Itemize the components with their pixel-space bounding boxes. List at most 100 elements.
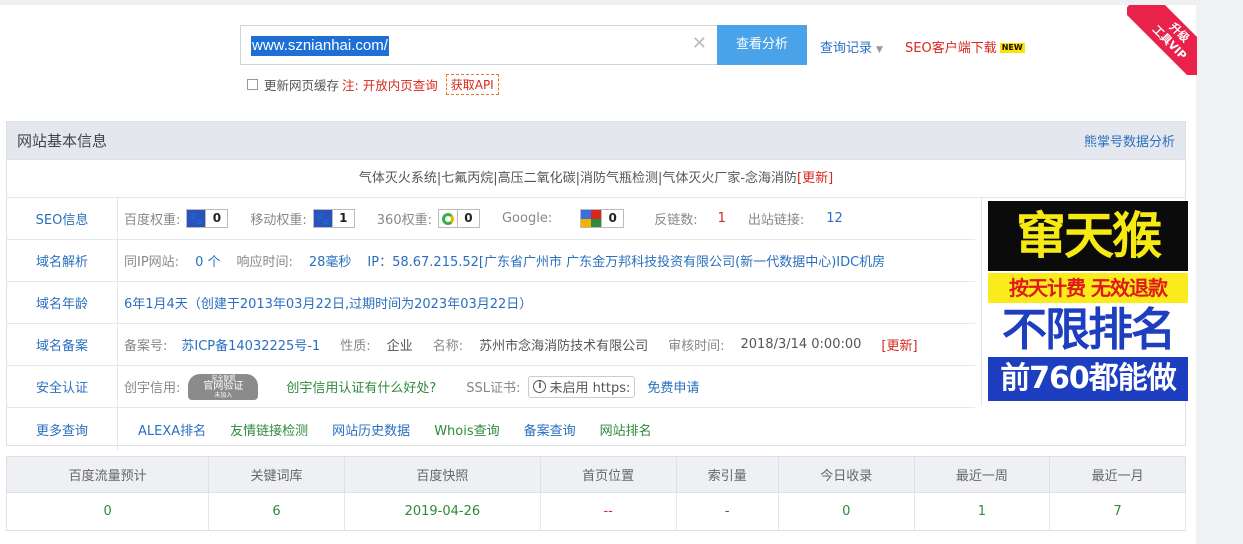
icp-body: 备案号: 苏ICP备14032225号-1 性质: 企业 名称: 苏州市念海消防… bbox=[118, 335, 918, 354]
ad-promo: 不限排名 bbox=[988, 305, 1188, 355]
ip-location[interactable]: IP：58.67.215.52[广东省广州市 广东金万邦科技投资有限公司(新一代… bbox=[367, 251, 885, 270]
seo-row: SEO信息 百度权重: 🐾 0 移动权重: 🐾 1 360权重: 0 Google:… bbox=[7, 198, 975, 240]
xiongzhang-analysis-link[interactable]: 熊掌号数据分析 bbox=[1084, 131, 1175, 150]
domain-age-label[interactable]: 域名年龄 bbox=[7, 282, 118, 323]
clear-icon[interactable]: ✕ bbox=[692, 34, 707, 54]
site-rank-link[interactable]: 网站排名 bbox=[600, 420, 652, 439]
panel-header: 网站基本信息 熊掌号数据分析 bbox=[7, 122, 1185, 160]
icp-type-value: 企业 bbox=[386, 339, 413, 354]
stats-header: 首页位置 bbox=[540, 456, 677, 493]
stats-header: 百度流量预计 bbox=[6, 456, 210, 493]
more-links: ALEXA排名 友情链接检测 网站历史数据 Whois查询 备案查询 网站排名 bbox=[118, 420, 652, 439]
google-value: 0 bbox=[601, 210, 623, 227]
badge-main-text: 官网验证 bbox=[203, 380, 244, 392]
free-ssl-link[interactable]: 免费申请 bbox=[647, 377, 699, 396]
vip-upgrade-ribbon[interactable]: 升级 工具VIP bbox=[1127, 5, 1197, 75]
vip-upgrade-band: 升级 工具VIP bbox=[1127, 5, 1197, 75]
history-data-link[interactable]: 网站历史数据 bbox=[332, 420, 410, 439]
ad-banner[interactable]: 窜天猴 按天计费 无效退款 不限排名 前760都能做 bbox=[981, 198, 1188, 406]
google-badge[interactable]: 0 bbox=[580, 209, 625, 228]
same-ip-value[interactable]: 0 个 bbox=[195, 251, 220, 270]
page-scrollbar-track[interactable] bbox=[1196, 0, 1243, 544]
response-value: 28毫秒 bbox=[308, 255, 352, 270]
last-week-value[interactable]: 1 bbox=[914, 492, 1051, 531]
ssl-value: 未启用 https: bbox=[549, 381, 631, 396]
response-label: 响应时间: bbox=[236, 255, 293, 270]
outlinks-value[interactable]: 12 bbox=[826, 211, 843, 226]
outlinks-label: 出站链接: bbox=[747, 213, 805, 228]
google-icon bbox=[581, 210, 602, 227]
dns-label[interactable]: 域名解析 bbox=[7, 240, 118, 281]
icp-name-value: 苏州市念海消防技术有限公司 bbox=[479, 339, 649, 354]
icp-no-value[interactable]: 苏ICP备14032225号-1 bbox=[181, 335, 320, 354]
badge-sub-text: 未加入 bbox=[214, 391, 233, 399]
security-label[interactable]: 安全认证 bbox=[7, 366, 118, 407]
site-title-row: 气体灭火系统|七氟丙烷|高压二氧化碳|消防气瓶检测|气体灭火厂家-念海消防[更新… bbox=[7, 160, 1185, 198]
whois-link[interactable]: Whois查询 bbox=[434, 420, 499, 439]
baidu-traffic-value[interactable]: 0 bbox=[6, 492, 210, 531]
analyze-button[interactable]: 查看分析 bbox=[717, 25, 807, 65]
note-text: 注: 开放内页查询 bbox=[342, 75, 438, 94]
baidu-weight-value: 0 bbox=[205, 210, 227, 227]
baidu-weight-label: 百度权重: bbox=[124, 213, 181, 228]
friend-link-check-link[interactable]: 友情链接检测 bbox=[230, 420, 308, 439]
google-label: Google: bbox=[501, 211, 553, 226]
so-weight-label: 360权重: bbox=[376, 213, 432, 228]
note-prefix: 注: bbox=[342, 77, 359, 93]
seo-label[interactable]: SEO信息 bbox=[7, 198, 118, 239]
baidu-paw-icon: 🐾 bbox=[187, 210, 206, 227]
keyword-count-value[interactable]: 6 bbox=[208, 492, 345, 531]
dns-row: 域名解析 同IP网站: 0 个 响应时间: 28毫秒 IP：58.67.215.… bbox=[7, 240, 975, 282]
seo-client-label: SEO客户端下载 bbox=[905, 41, 997, 56]
mobile-weight-badge[interactable]: 🐾 1 bbox=[312, 209, 355, 228]
stats-header: 最近一周 bbox=[914, 456, 1051, 493]
backlinks-value[interactable]: 1 bbox=[718, 211, 726, 226]
icp-name-label: 名称: bbox=[432, 339, 464, 354]
ad-rank: 前760都能做 bbox=[988, 357, 1188, 401]
info-icon: i bbox=[533, 380, 547, 393]
verified-site-badge[interactable]: 安全联盟 官网验证 未加入 bbox=[188, 373, 259, 400]
url-input-value[interactable]: www.sznianhai.com/ bbox=[251, 36, 389, 56]
mobile-weight-label: 移动权重: bbox=[250, 213, 307, 228]
credit-info-link[interactable]: 创宇信用认证有什么好处? bbox=[286, 377, 436, 396]
ssl-status: i 未启用 https: bbox=[528, 375, 636, 398]
ssl-label: SSL证书: bbox=[466, 381, 521, 396]
domain-age-row: 域名年龄 6年1月4天（创建于2013年03月22日,过期时间为2023年03月… bbox=[7, 282, 975, 324]
domain-age-value: 6年1月4天（创建于2013年03月22日,过期时间为2023年03月22日） bbox=[124, 297, 533, 312]
baidu-weight-badge[interactable]: 🐾 0 bbox=[186, 209, 229, 228]
stats-value-row: 0 6 2019-04-26 -- - 0 1 7 bbox=[6, 492, 1186, 531]
today-indexed-value[interactable]: 0 bbox=[778, 492, 915, 531]
more-label[interactable]: 更多查询 bbox=[7, 408, 118, 450]
site-title-update-link[interactable]: [更新] bbox=[797, 171, 833, 186]
icp-query-link[interactable]: 备案查询 bbox=[524, 420, 576, 439]
search-options: 更新网页缓存 注: 开放内页查询 获取API bbox=[247, 73, 499, 95]
site-title: 气体灭火系统|七氟丙烷|高压二氧化碳|消防气瓶检测|气体灭火厂家-念海消防 bbox=[358, 171, 798, 186]
stats-header: 百度快照 bbox=[344, 456, 541, 493]
stats-header-row: 百度流量预计 关键词库 百度快照 首页位置 索引量 今日收录 最近一周 最近一月 bbox=[6, 456, 1186, 493]
stats-header: 今日收录 bbox=[778, 456, 915, 493]
so-weight-value: 0 bbox=[456, 210, 479, 227]
query-history-dropdown[interactable]: 查询记录 ▼ bbox=[820, 37, 883, 56]
credit-label: 创宇信用: bbox=[124, 381, 181, 396]
icp-no-label: 备案号: bbox=[124, 339, 168, 354]
icp-update-link[interactable]: [更新] bbox=[881, 335, 917, 354]
update-cache-checkbox[interactable] bbox=[247, 78, 258, 90]
security-row: 安全认证 创宇信用: 安全联盟 官网验证 未加入 创宇信用认证有什么好处? SS… bbox=[7, 366, 975, 408]
backlinks-label: 反链数: bbox=[654, 213, 698, 228]
new-badge: NEW bbox=[999, 43, 1025, 53]
baidu-mobile-paw-icon: 🐾 bbox=[313, 210, 332, 227]
so360-icon bbox=[438, 210, 457, 227]
last-month-value[interactable]: 7 bbox=[1049, 492, 1186, 531]
alexa-link[interactable]: ALEXA排名 bbox=[138, 420, 206, 439]
url-search-field[interactable]: www.sznianhai.com/ ✕ bbox=[240, 25, 718, 65]
update-cache-label: 更新网页缓存 bbox=[264, 77, 340, 93]
stats-header: 关键词库 bbox=[208, 456, 345, 493]
same-ip-label: 同IP网站: bbox=[124, 255, 180, 270]
icp-label[interactable]: 域名备案 bbox=[7, 324, 118, 365]
icp-audit-label: 审核时间: bbox=[668, 339, 725, 354]
seo-client-download-link[interactable]: SEO客户端下载 NEW bbox=[905, 37, 1025, 56]
so-weight-badge[interactable]: 0 bbox=[437, 209, 480, 228]
get-api-button[interactable]: 获取API bbox=[445, 73, 499, 95]
inner-page-query-link[interactable]: 开放内页查询 bbox=[363, 78, 438, 93]
traffic-stats-table: 百度流量预计 关键词库 百度快照 首页位置 索引量 今日收录 最近一周 最近一月… bbox=[6, 456, 1186, 531]
